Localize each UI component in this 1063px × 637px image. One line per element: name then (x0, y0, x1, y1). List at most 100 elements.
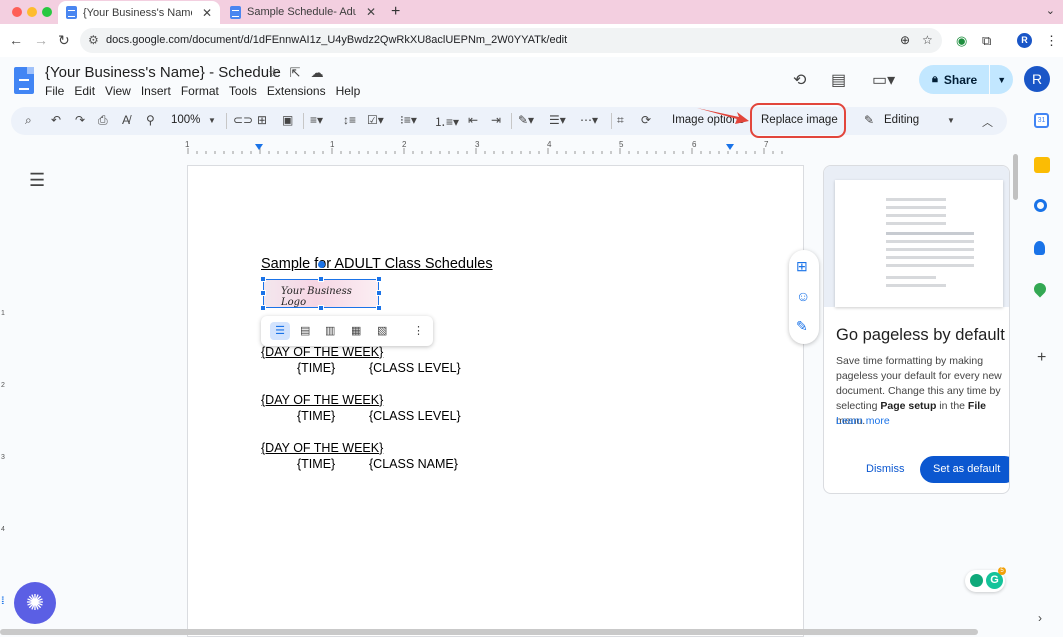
site-info-icon[interactable]: ⚙ (88, 33, 99, 47)
reload-icon[interactable]: ↻ (58, 32, 70, 49)
increase-indent-icon[interactable]: ⇥ (491, 113, 501, 127)
undo-icon[interactable]: ↶ (51, 113, 61, 127)
url-omnibox[interactable]: ⚙ docs.google.com/document/d/1dFEnnwAI1z… (80, 28, 942, 53)
horizontal-scrollbar[interactable] (0, 629, 978, 635)
menu-format[interactable]: Format (181, 84, 219, 98)
add-comment-icon[interactable]: ⊞ (796, 258, 808, 275)
left-indent-marker[interactable] (255, 144, 263, 150)
star-icon[interactable]: ☆ (268, 65, 280, 81)
break-text-icon[interactable]: ▥ (325, 324, 335, 337)
behind-text-icon[interactable]: ▦ (351, 324, 361, 337)
assistant-button[interactable]: ✺ (14, 582, 56, 624)
checklist-icon[interactable]: ☑▾ (367, 113, 384, 127)
meet-icon[interactable]: ▭▾ (872, 70, 895, 90)
resize-handle[interactable] (318, 276, 324, 282)
get-addons-icon[interactable]: + (1037, 349, 1046, 367)
resize-handle[interactable] (318, 305, 324, 311)
share-dropdown-icon[interactable]: ▼ (997, 75, 1006, 85)
menu-file[interactable]: File (45, 84, 64, 98)
right-indent-marker[interactable] (726, 144, 734, 150)
horizontal-ruler[interactable]: 1 1 2 3 4 5 6 7 (185, 140, 806, 154)
keep-icon[interactable] (1034, 157, 1050, 173)
inline-wrap-icon[interactable]: ☰ (270, 322, 290, 340)
url-text[interactable]: docs.google.com/document/d/1dFEnnwAI1z_U… (106, 34, 567, 46)
bulleted-list-icon[interactable]: ⁝≡▾ (400, 113, 417, 127)
show-side-panel-icon[interactable]: › (1038, 611, 1042, 625)
wrap-text-icon[interactable]: ▤ (300, 324, 310, 337)
insert-link-icon[interactable]: ⊂⊃ (233, 113, 253, 127)
mode-dropdown-icon[interactable]: ▼ (947, 116, 955, 125)
editing-mode-select[interactable]: Editing (884, 114, 919, 126)
zoom-icon[interactable]: ⊕ (900, 33, 910, 47)
set-as-default-button[interactable]: Set as default (920, 456, 1009, 483)
comments-icon[interactable]: ▤ (831, 70, 846, 90)
align-icon[interactable]: ≡▾ (310, 113, 323, 127)
new-tab-button[interactable]: + (391, 3, 400, 21)
menu-help[interactable]: Help (336, 84, 361, 98)
document-title[interactable]: {Your Business's Name} - Schedule (45, 64, 281, 81)
menu-insert[interactable]: Insert (141, 84, 171, 98)
menu-view[interactable]: View (105, 84, 131, 98)
docs-logo-icon[interactable] (14, 67, 34, 94)
zoom-select[interactable]: 100% (171, 114, 200, 126)
menu-edit[interactable]: Edit (74, 84, 95, 98)
tab-search-button[interactable]: ⌄ (1046, 4, 1055, 17)
move-folder-icon[interactable]: ⇱ (290, 65, 301, 81)
menu-extensions[interactable]: Extensions (267, 84, 326, 98)
close-window-button[interactable] (12, 7, 22, 17)
dismiss-button[interactable]: Dismiss (866, 463, 905, 475)
class-text[interactable]: {CLASS NAME} (369, 457, 458, 471)
time-text[interactable]: {TIME} (297, 409, 335, 423)
contacts-icon[interactable] (1034, 241, 1045, 255)
search-menus-icon[interactable]: ⌕ (25, 113, 32, 128)
day-heading[interactable]: {DAY OF THE WEEK} (261, 441, 383, 455)
extension-icon[interactable]: ◉ (956, 33, 967, 49)
resize-handle[interactable] (260, 290, 266, 296)
crop-icon[interactable]: ⌗ (617, 113, 624, 128)
browser-tab-sample[interactable]: Sample Schedule- Adult Grou ✕ (222, 1, 384, 23)
maximize-window-button[interactable] (42, 7, 52, 17)
numbered-list-icon[interactable]: ⒈≡▾ (434, 113, 459, 130)
border-color-icon[interactable]: ✎▾ (518, 113, 534, 127)
forward-arrow-icon[interactable]: → (34, 32, 48, 48)
share-button[interactable]: 🔒︎ Share ▼ (919, 65, 1013, 94)
grammarly-widget[interactable]: G 5 (965, 567, 1006, 592)
rotate-handle[interactable] (318, 261, 325, 268)
collapse-menus-icon[interactable]: ︿ (982, 114, 993, 130)
browser-menu-icon[interactable]: ⋮ (1045, 33, 1058, 49)
suggest-edits-icon[interactable]: ✎ (796, 318, 808, 335)
close-tab-icon[interactable]: ✕ (202, 6, 212, 20)
minimize-window-button[interactable] (27, 7, 37, 17)
reset-image-icon[interactable]: ⟳ (641, 113, 651, 127)
document-heading[interactable]: Sample for ADULT Class Schedules (261, 256, 493, 272)
emoji-reaction-icon[interactable]: ☺ (796, 288, 810, 304)
business-logo-image[interactable]: Your Business Logo (263, 279, 379, 308)
extensions-puzzle-icon[interactable]: ⧉ (982, 33, 991, 49)
in-front-text-icon[interactable]: ▧ (377, 324, 387, 337)
resize-handle[interactable] (376, 276, 382, 282)
spellcheck-icon[interactable]: A̸ (122, 113, 130, 127)
vertical-ruler[interactable]: 1 2 3 4 (0, 165, 8, 635)
apps-grid-icon[interactable]: ⁞⁞ (1, 596, 4, 607)
document-page[interactable]: Sample for ADULT Class Schedules Your Bu… (187, 165, 804, 637)
class-text[interactable]: {CLASS LEVEL} (369, 409, 461, 423)
cloud-status-icon[interactable]: ☁ (311, 65, 324, 81)
zoom-dropdown-icon[interactable]: ▼ (208, 116, 216, 125)
resize-handle[interactable] (260, 276, 266, 282)
insert-image-icon[interactable]: ▣ (282, 113, 293, 127)
calendar-icon[interactable]: 31 (1034, 113, 1049, 128)
maps-icon[interactable] (1031, 280, 1049, 298)
close-tab-icon[interactable]: ✕ (366, 5, 376, 19)
more-options-icon[interactable]: ⋮ (413, 324, 424, 337)
learn-more-link[interactable]: Learn more (836, 415, 890, 427)
day-heading[interactable]: {DAY OF THE WEEK} (261, 393, 383, 407)
back-arrow-icon[interactable]: ← (9, 32, 23, 48)
bookmark-star-icon[interactable]: ☆ (922, 33, 933, 47)
time-text[interactable]: {TIME} (297, 361, 335, 375)
document-outline-icon[interactable]: ☰ (29, 170, 45, 191)
time-text[interactable]: {TIME} (297, 457, 335, 471)
tasks-icon[interactable] (1034, 199, 1047, 212)
paint-format-icon[interactable]: ⚲ (146, 113, 155, 127)
resize-handle[interactable] (376, 305, 382, 311)
border-weight-icon[interactable]: ☰▾ (549, 113, 566, 127)
